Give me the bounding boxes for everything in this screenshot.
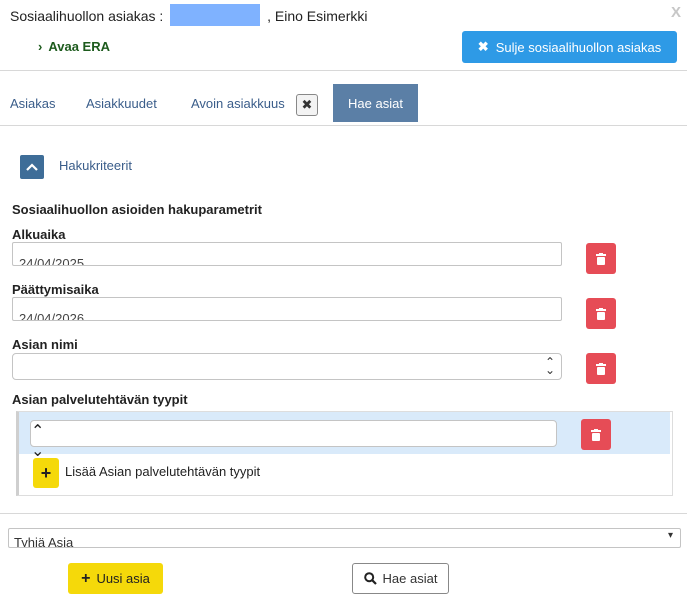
title-name: , Eino Esimerkki bbox=[267, 8, 368, 24]
chevron-right-icon: › bbox=[38, 39, 43, 54]
tab-avoin-asiakkuus[interactable]: Avoin asiakkuus bbox=[191, 96, 285, 111]
asian-nimi-label: Asian nimi bbox=[12, 337, 78, 352]
bottom-divider bbox=[0, 513, 687, 514]
asia-type-value: Tyhjä Asia bbox=[14, 535, 74, 548]
trash-icon bbox=[596, 252, 606, 265]
alkuaika-input[interactable]: 24/04/2025 bbox=[12, 242, 562, 266]
sulje-asiakas-label: Sulje sosiaalihuollon asiakas bbox=[495, 39, 662, 55]
times-icon: ✖ bbox=[477, 39, 489, 54]
plus-icon: + bbox=[40, 462, 52, 483]
collapse-button[interactable] bbox=[20, 155, 44, 179]
trash-icon bbox=[596, 362, 606, 375]
uusi-asia-button[interactable]: + Uusi asia bbox=[68, 563, 163, 594]
select-arrows-icon: ⌃ ⌄ bbox=[31, 423, 45, 460]
add-tyypit-label[interactable]: Lisää Asian palvelutehtävän tyypit bbox=[65, 464, 260, 479]
tab-close-button[interactable]: ✖ bbox=[296, 94, 318, 116]
alkuaika-label: Alkuaika bbox=[12, 227, 66, 242]
chevron-up-icon bbox=[26, 163, 38, 171]
search-icon bbox=[363, 572, 377, 585]
paattymisaika-input[interactable]: 24/04/2026 bbox=[12, 297, 562, 321]
times-icon: ✖ bbox=[301, 97, 313, 112]
tabs-divider bbox=[0, 125, 687, 126]
delete-alkuaika-button[interactable] bbox=[586, 243, 616, 274]
alkuaika-value: 24/04/2025 bbox=[19, 256, 85, 266]
asian-nimi-select[interactable]: ⌃ ⌄ bbox=[12, 353, 562, 380]
avaa-era-link[interactable]: › Avaa ERA bbox=[38, 39, 110, 54]
plus-icon: + bbox=[81, 569, 91, 587]
select-arrows-icon: ⌃ ⌄ bbox=[544, 355, 555, 377]
tab-asiakkuudet[interactable]: Asiakkuudet bbox=[86, 96, 157, 111]
paattymisaika-value: 24/04/2026 bbox=[19, 311, 85, 321]
delete-asian-nimi-button[interactable] bbox=[586, 353, 616, 384]
delete-paattymisaika-button[interactable] bbox=[586, 298, 616, 329]
redacted-id bbox=[170, 4, 261, 27]
title-prefix: Sosiaalihuollon asiakas : bbox=[10, 8, 164, 24]
close-icon[interactable]: X bbox=[671, 4, 681, 21]
caret-down-icon: ▾ bbox=[667, 530, 673, 541]
section-heading: Sosiaalihuollon asioiden hakuparametrit bbox=[12, 202, 262, 217]
divider bbox=[0, 70, 687, 71]
avaa-era-label: Avaa ERA bbox=[48, 39, 110, 54]
add-tyypit-button[interactable]: + bbox=[33, 458, 59, 488]
dialog-title: Sosiaalihuollon asiakas : , Eino Esimerk… bbox=[10, 4, 368, 27]
sulje-asiakas-button[interactable]: ✖ Sulje sosiaalihuollon asiakas bbox=[462, 31, 677, 63]
delete-tyypit-button[interactable] bbox=[581, 419, 611, 450]
trash-icon bbox=[596, 307, 606, 320]
asia-type-select[interactable]: Tyhjä Asia ▾ bbox=[8, 528, 681, 548]
paattymisaika-label: Päättymisaika bbox=[12, 282, 99, 297]
tab-hae-asiat[interactable]: Hae asiat bbox=[333, 84, 418, 122]
trash-icon bbox=[591, 428, 601, 441]
tyypit-select[interactable]: ⌃ ⌄ bbox=[30, 420, 557, 460]
hae-asiat-button[interactable]: Hae asiat bbox=[352, 563, 449, 594]
hae-asiat-label: Hae asiat bbox=[382, 571, 438, 586]
tyypit-label: Asian palvelutehtävän tyypit bbox=[12, 392, 188, 407]
section-title: Hakukriteerit bbox=[59, 158, 132, 173]
uusi-asia-label: Uusi asia bbox=[96, 571, 150, 586]
tab-asiakas[interactable]: Asiakas bbox=[10, 96, 56, 111]
